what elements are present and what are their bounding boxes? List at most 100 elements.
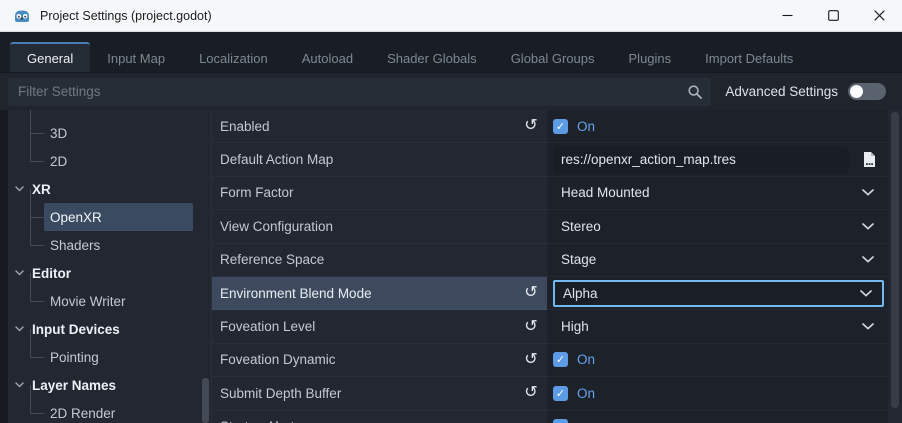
chevron-down-icon — [862, 189, 874, 196]
search-icon — [687, 84, 703, 100]
setting-row-foveation-level: Foveation Level ↺ High — [212, 310, 902, 343]
view-configuration-dropdown[interactable]: Stereo — [553, 213, 884, 240]
minimize-button[interactable] — [764, 0, 810, 31]
tree-section-xr[interactable]: XR — [8, 175, 211, 203]
setting-row-form-factor: Form Factor Head Mounted — [212, 177, 902, 210]
tree-item-label: OpenXR — [50, 210, 102, 225]
project-settings-window: { "window": { "title": "Project Settings… — [0, 0, 902, 423]
tree-section-label: Editor — [32, 266, 71, 281]
window-title: Project Settings (project.godot) — [40, 9, 764, 23]
tree-section-layer-names[interactable]: Layer Names — [8, 371, 211, 399]
tree-item-pointing[interactable]: Pointing — [8, 343, 211, 371]
tree-section-editor[interactable]: Editor — [8, 259, 211, 287]
tab-plugins[interactable]: Plugins — [612, 42, 689, 72]
checkbox-state-label: On — [577, 352, 595, 367]
checkbox-state-label: On — [577, 386, 595, 401]
tab-global-groups[interactable]: Global Groups — [494, 42, 612, 72]
setting-label: Submit Depth Buffer — [220, 386, 521, 401]
enabled-checkbox[interactable]: ✓ — [553, 119, 568, 134]
revert-icon[interactable]: ↺ — [521, 116, 541, 136]
tree-section-label: XR — [32, 182, 51, 197]
tab-localization[interactable]: Localization — [182, 42, 285, 72]
tree-item-shaders[interactable]: Shaders — [8, 231, 211, 259]
dropdown-value: Alpha — [563, 286, 860, 301]
foveation-level-dropdown[interactable]: High — [553, 313, 884, 340]
chevron-down-icon — [862, 223, 874, 230]
browse-file-button[interactable] — [854, 147, 884, 173]
checkmark-icon: ✓ — [556, 120, 565, 133]
chevron-down-icon — [862, 256, 874, 263]
setting-label: Form Factor — [220, 185, 541, 200]
revert-icon[interactable]: ↺ — [521, 283, 541, 303]
foveation-dynamic-checkbox[interactable]: ✓ — [553, 352, 568, 367]
tree-item-2d[interactable]: 2D — [8, 147, 211, 175]
revert-icon[interactable]: ↺ — [521, 317, 541, 337]
close-button[interactable] — [856, 0, 902, 31]
environment-blend-mode-dropdown[interactable]: Alpha — [553, 280, 884, 307]
form-factor-dropdown[interactable]: Head Mounted — [553, 179, 884, 206]
settings-scrollbar-thumb[interactable] — [891, 112, 899, 408]
setting-label: Reference Space — [220, 252, 541, 267]
settings-tab-bar: General Input Map Localization Autoload … — [0, 32, 902, 72]
checkbox-state-label: On — [577, 119, 595, 134]
close-icon — [874, 10, 885, 21]
setting-label: View Configuration — [220, 219, 541, 234]
setting-row-foveation-dynamic: Foveation Dynamic ↺ ✓ On — [212, 344, 902, 377]
tree-item-label: Pointing — [50, 350, 99, 365]
tab-input-map[interactable]: Input Map — [90, 42, 182, 72]
sidebar-scrollbar-thumb[interactable] — [202, 378, 209, 423]
tree-section-input-devices[interactable]: Input Devices — [8, 315, 211, 343]
tree-item-label: Shaders — [50, 238, 100, 253]
setting-row-environment-blend-mode: Environment Blend Mode ↺ Alpha — [212, 277, 902, 310]
file-icon — [862, 151, 877, 168]
chevron-down-icon — [15, 326, 24, 332]
tree-section-label: Layer Names — [32, 378, 116, 393]
action-map-path-field[interactable]: res://openxr_action_map.tres — [553, 147, 849, 173]
tab-autoload[interactable]: Autoload — [285, 42, 370, 72]
advanced-settings-label: Advanced Settings — [725, 84, 838, 99]
tree-section-label: Input Devices — [32, 322, 120, 337]
checkmark-icon: ✓ — [556, 353, 565, 366]
dropdown-value: Stage — [561, 252, 862, 267]
filter-settings-input[interactable]: Filter Settings — [8, 78, 711, 106]
godot-logo-icon — [13, 7, 31, 25]
revert-icon[interactable]: ↺ — [521, 350, 541, 370]
dropdown-value: Stereo — [561, 219, 862, 234]
chevron-down-icon — [15, 270, 24, 276]
titlebar[interactable]: Project Settings (project.godot) — [0, 0, 902, 32]
tab-general[interactable]: General — [10, 42, 90, 72]
filter-placeholder: Filter Settings — [18, 84, 101, 99]
reference-space-dropdown[interactable]: Stage — [553, 246, 884, 273]
tab-shader-globals[interactable]: Shader Globals — [370, 42, 494, 72]
path-value: res://openxr_action_map.tres — [561, 152, 736, 167]
submit-depth-buffer-checkbox[interactable]: ✓ — [553, 386, 568, 401]
dropdown-value: High — [561, 319, 862, 334]
tab-import-defaults[interactable]: Import Defaults — [688, 42, 810, 72]
setting-row-view-configuration: View Configuration Stereo — [212, 210, 902, 243]
toggle-knob — [850, 85, 863, 98]
tree-item-label: 2D — [50, 154, 67, 169]
revert-icon[interactable]: ↺ — [521, 383, 541, 403]
setting-row-submit-depth-buffer: Submit Depth Buffer ↺ ✓ On — [212, 377, 902, 410]
setting-label: Foveation Dynamic — [220, 352, 521, 367]
chevron-down-icon — [860, 290, 872, 297]
tree-item-label: Movie Writer — [50, 294, 126, 309]
tree-item-3d[interactable]: 3D — [8, 119, 211, 147]
maximize-icon — [828, 10, 839, 21]
settings-panel: Enabled ↺ ✓ On Default Action Map res://… — [212, 110, 902, 423]
tree-item-openxr[interactable]: OpenXR — [8, 203, 211, 231]
tree-item-2d-render[interactable]: 2D Render — [8, 399, 211, 423]
chevron-down-icon — [15, 382, 24, 388]
setting-label: Enabled — [220, 119, 521, 134]
tree-item-movie-writer[interactable]: Movie Writer — [8, 287, 211, 315]
settings-category-tree[interactable]: 3D 2D XR OpenXR Shaders Editor Movie Wri… — [8, 110, 212, 423]
chevron-down-icon — [15, 186, 24, 192]
startup-alert-checkbox[interactable]: ✓ — [553, 419, 568, 423]
advanced-settings-toggle[interactable] — [848, 83, 886, 100]
dropdown-value: Head Mounted — [561, 185, 862, 200]
setting-label: Foveation Level — [220, 319, 521, 334]
setting-label: Environment Blend Mode — [220, 286, 521, 301]
maximize-button[interactable] — [810, 0, 856, 31]
setting-row-reference-space: Reference Space Stage — [212, 244, 902, 277]
filter-bar: Filter Settings Advanced Settings — [0, 72, 902, 110]
